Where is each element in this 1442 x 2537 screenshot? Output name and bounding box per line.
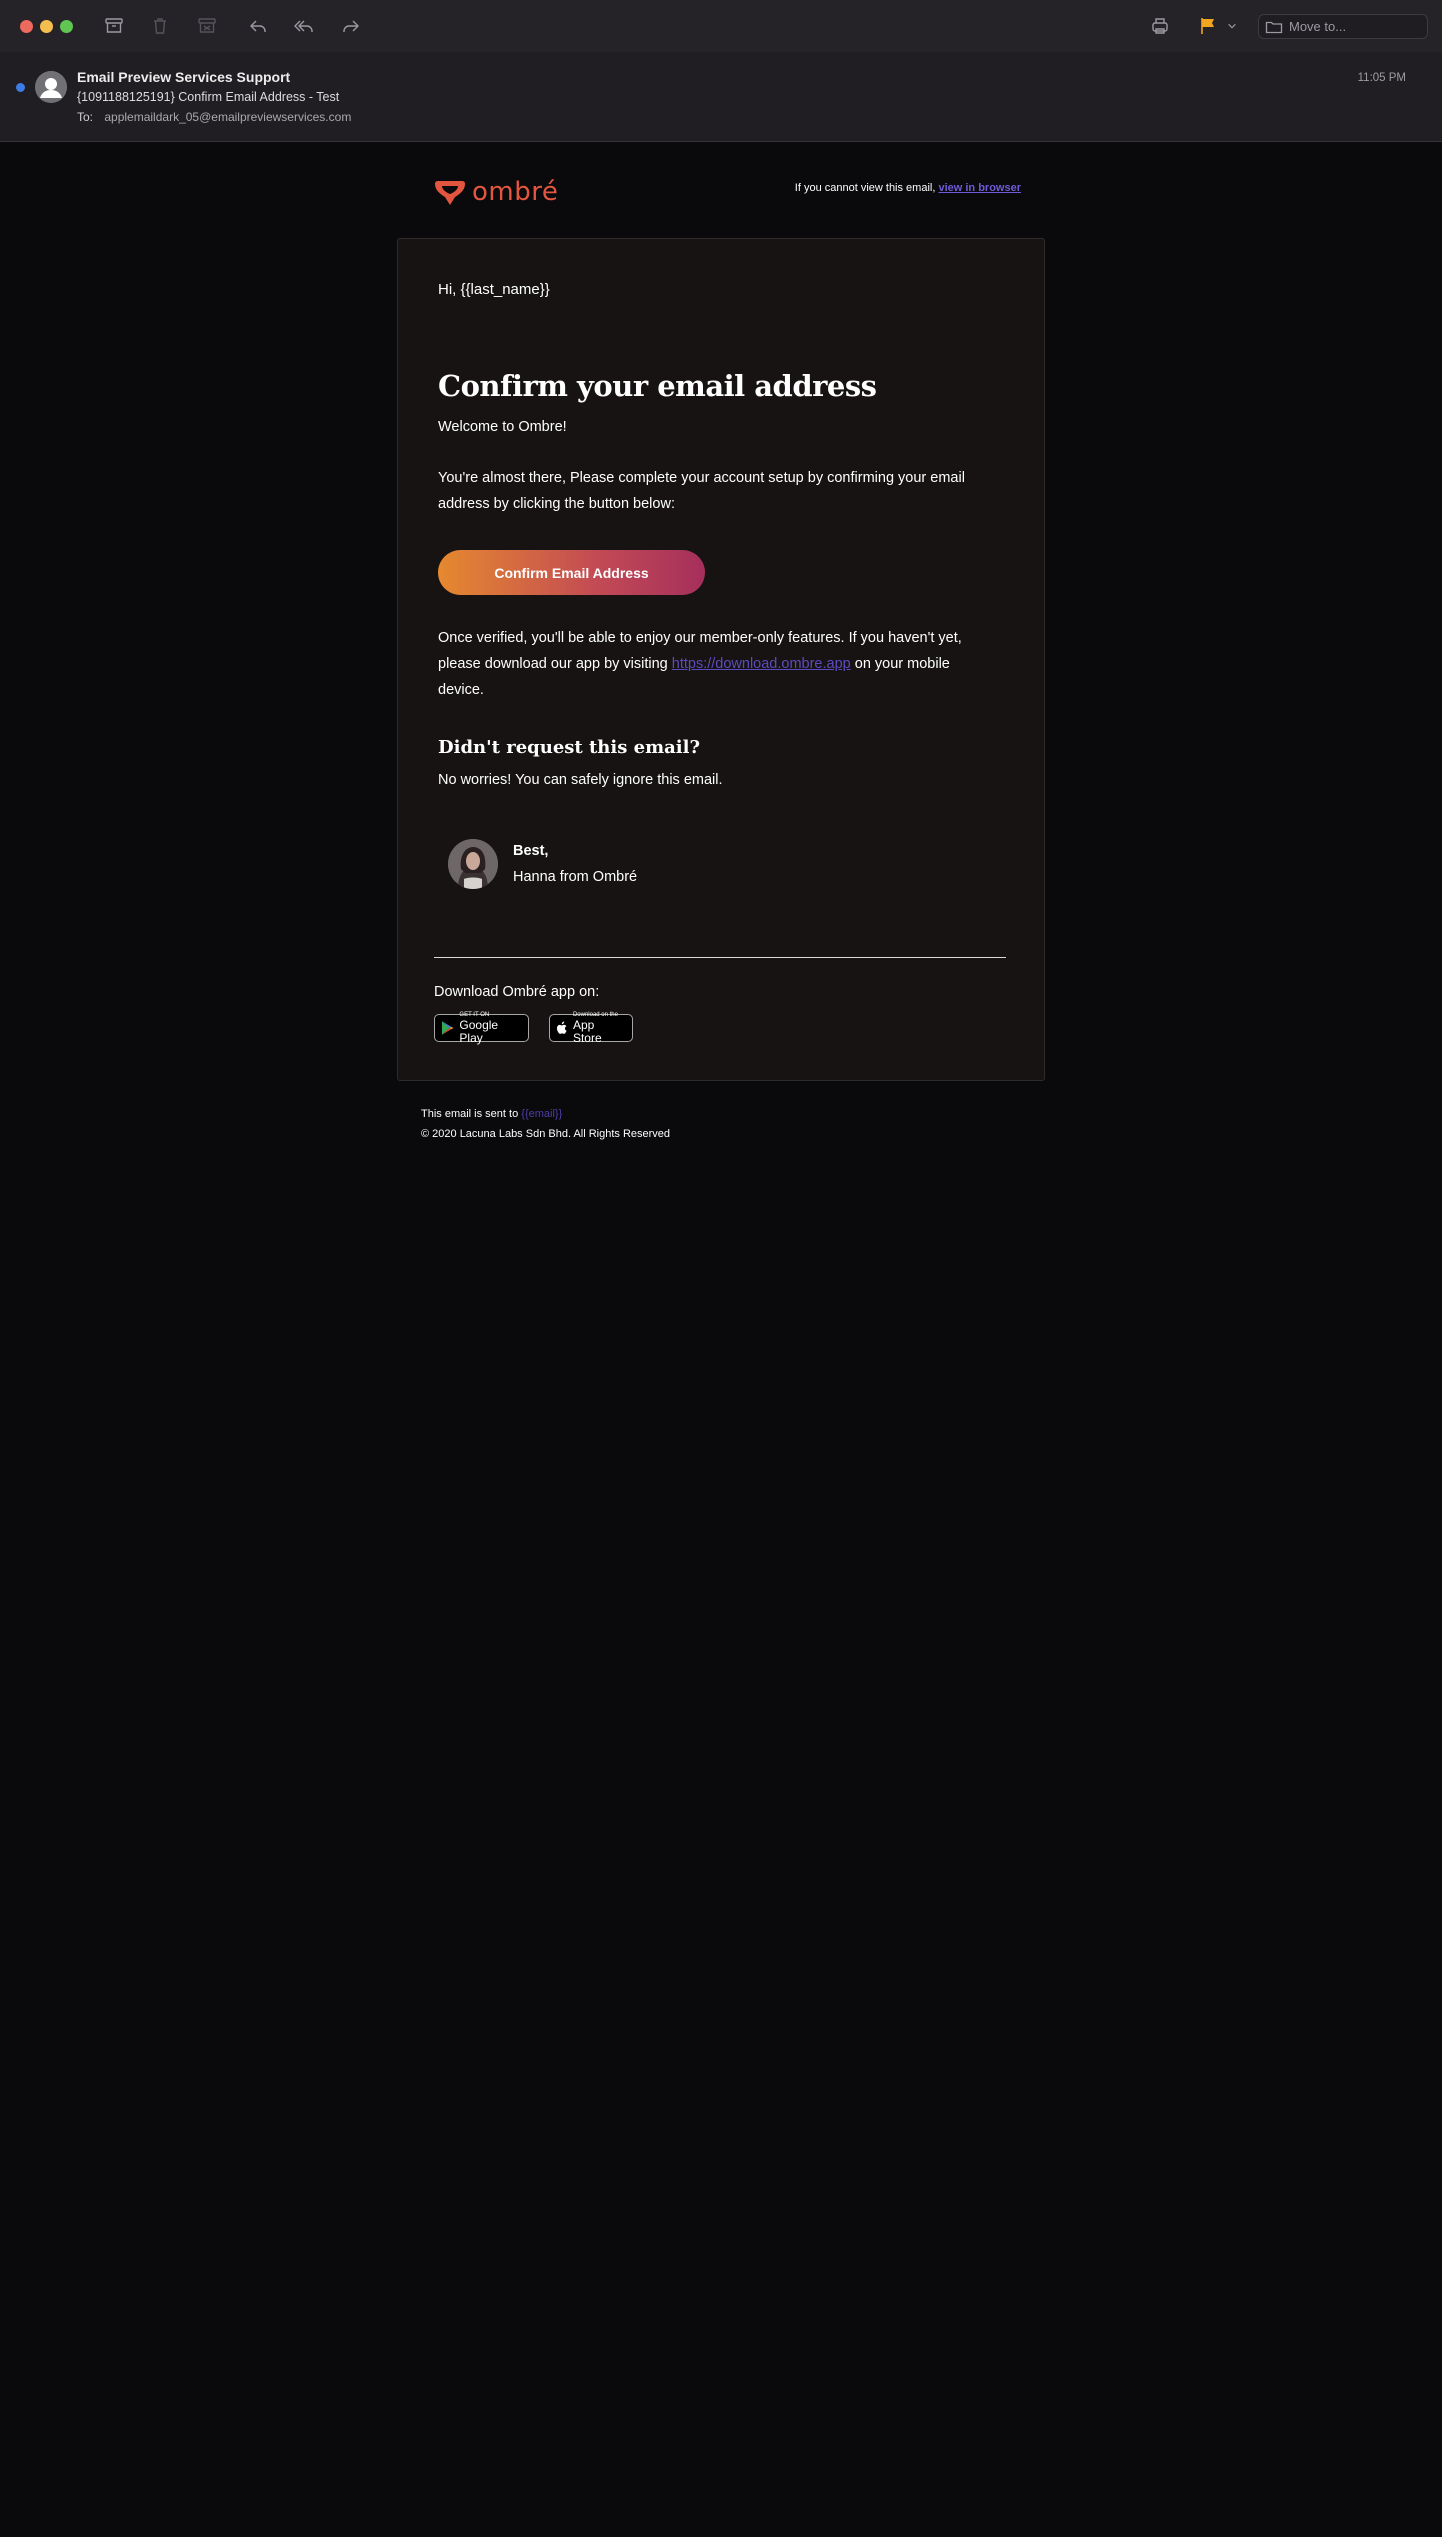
- reply-all-icon[interactable]: [290, 14, 318, 38]
- recipient-row: To: applemaildark_05@emailpreviewservice…: [77, 110, 351, 124]
- google-play-big-text: Google Play: [459, 1017, 499, 1045]
- google-play-badge[interactable]: GET IT ON Google Play: [434, 1012, 529, 1045]
- google-play-icon: [441, 1021, 454, 1035]
- ombre-logo: ombré: [434, 176, 558, 208]
- sender-name[interactable]: Email Preview Services Support: [77, 69, 290, 85]
- mail-toolbar: Move to...: [0, 0, 1442, 52]
- flag-icon[interactable]: [1194, 14, 1222, 38]
- greeting: Hi, {{last_name}}: [438, 281, 550, 298]
- didnt-request-heading: Didn't request this email?: [438, 737, 701, 758]
- view-in-browser-row: If you cannot view this email, view in b…: [795, 182, 1021, 194]
- chevron-down-icon[interactable]: [1224, 14, 1240, 38]
- archive-icon[interactable]: [100, 14, 128, 38]
- logo-text: ombré: [472, 177, 559, 207]
- move-to-field[interactable]: Move to...: [1258, 14, 1428, 39]
- view-in-browser-link[interactable]: view in browser: [938, 182, 1021, 194]
- message-subject: {1091188125191} Confirm Email Address - …: [77, 90, 340, 104]
- signature-closing: Best,: [513, 843, 549, 859]
- move-to-label: Move to...: [1289, 19, 1347, 34]
- signature-avatar: [448, 839, 498, 889]
- view-prefix: If you cannot view this email,: [794, 182, 936, 194]
- download-link[interactable]: https://download.ombre.app: [672, 656, 851, 672]
- setup-paragraph: You're almost there, Please complete you…: [438, 470, 965, 512]
- footer-copyright: © 2020 Lacuna Labs Sdn Bhd. All Rights R…: [421, 1128, 671, 1140]
- window-minimize-button[interactable]: [40, 20, 53, 33]
- welcome-text: Welcome to Ombre!: [438, 419, 567, 435]
- reply-icon[interactable]: [244, 14, 272, 38]
- apple-icon: [556, 1021, 567, 1034]
- footer-email-link[interactable]: {{email}}: [521, 1108, 562, 1120]
- signature-name: Hanna from Ombré: [513, 869, 638, 885]
- folder-icon: [1265, 21, 1283, 33]
- app-store-big-text: App Store: [572, 1017, 602, 1045]
- forward-icon[interactable]: [337, 14, 365, 38]
- window-zoom-button[interactable]: [60, 20, 73, 33]
- message-time: 11:05 PM: [1357, 72, 1406, 84]
- footer-sent-prefix: This email is sent to: [421, 1108, 519, 1120]
- trash-icon[interactable]: [146, 14, 174, 38]
- window-close-button[interactable]: [20, 20, 33, 33]
- footer-sent-to: This email is sent to {{email}}: [421, 1108, 562, 1120]
- ombre-logo-icon: [435, 181, 465, 205]
- headline: Confirm your email address: [438, 369, 877, 403]
- print-icon[interactable]: [1146, 14, 1174, 38]
- email-card: Hi, {{last_name}} Confirm your email add…: [397, 238, 1045, 1081]
- sender-avatar: [35, 71, 67, 103]
- divider: [434, 957, 1006, 958]
- person-photo-icon: [448, 839, 498, 889]
- ignore-text: No worries! You can safely ignore this e…: [438, 772, 723, 788]
- verified-paragraph: Once verified, you'll be able to enjoy o…: [438, 625, 998, 703]
- unread-indicator: [16, 83, 25, 92]
- person-icon: [35, 71, 67, 103]
- download-app-label: Download Ombré app on:: [434, 984, 600, 1000]
- to-label: To:: [77, 110, 94, 124]
- junk-icon[interactable]: [193, 14, 221, 38]
- confirm-email-button[interactable]: Confirm Email Address: [438, 550, 705, 595]
- recipient-address[interactable]: applemaildark_05@emailpreviewservices.co…: [104, 110, 351, 124]
- app-store-badge[interactable]: Download on the App Store: [549, 1012, 633, 1045]
- message-header: Email Preview Services Support {10911881…: [0, 52, 1442, 142]
